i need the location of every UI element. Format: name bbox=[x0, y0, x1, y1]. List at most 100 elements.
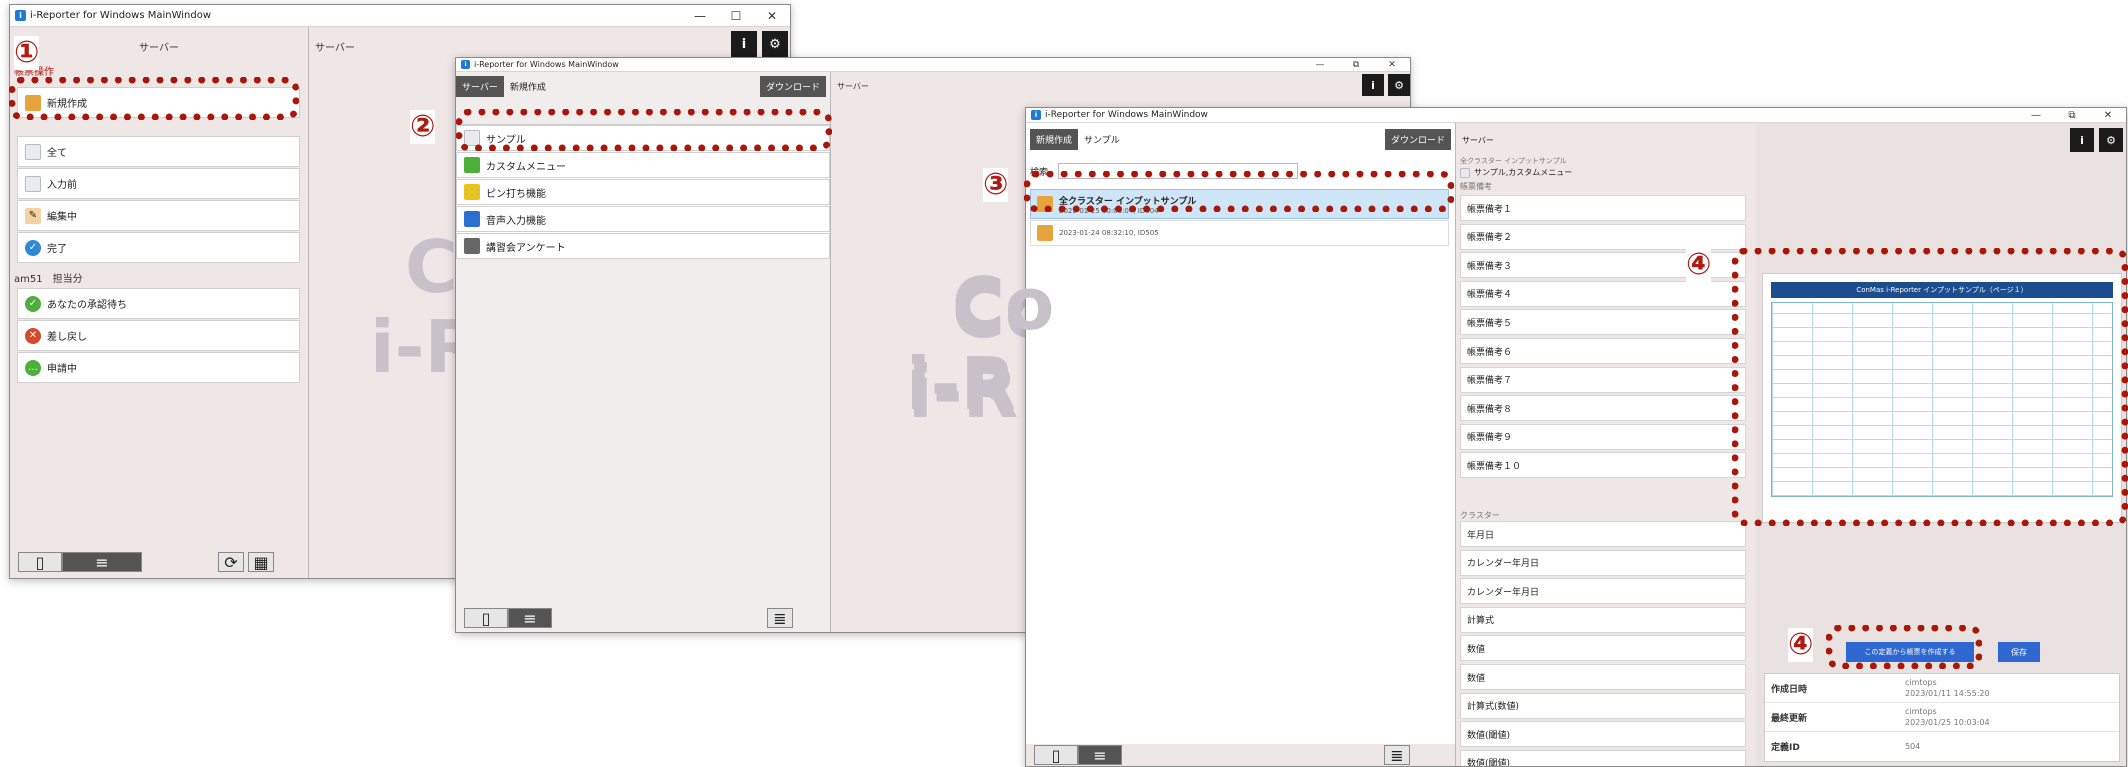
tag-icon bbox=[464, 238, 480, 254]
status-item-all[interactable]: 全て bbox=[17, 136, 300, 167]
cluster-row[interactable]: カレンダー年月日 bbox=[1460, 549, 1746, 576]
cluster-row[interactable]: 数値(閾値) bbox=[1460, 749, 1746, 766]
cluster-label: カレンダー年月日 bbox=[1467, 559, 1540, 570]
search-input[interactable] bbox=[1058, 163, 1299, 179]
close-button[interactable]: ✕ bbox=[1374, 60, 1410, 70]
sort-button[interactable]: ≣ bbox=[767, 608, 793, 628]
minimize-button[interactable]: — bbox=[2018, 110, 2054, 121]
user-item-awaiting-approval[interactable]: ✓ あなたの承認待ち bbox=[17, 288, 300, 319]
remark-label: 帳票備考９ bbox=[1467, 433, 1513, 444]
info-button[interactable]: i bbox=[1362, 74, 1384, 96]
info-key: 作成日時 bbox=[1771, 684, 1808, 695]
table-view-button[interactable]: ▦ bbox=[248, 552, 274, 572]
info-user: cimtops bbox=[1905, 678, 1937, 687]
status-item-label: 編集中 bbox=[47, 212, 77, 223]
remark-row[interactable]: 帳票備考９ bbox=[1460, 423, 1746, 450]
folder-item-sample[interactable]: サンプル bbox=[456, 125, 830, 151]
remark-row[interactable]: 帳票備考８ bbox=[1460, 395, 1746, 422]
folder-icon bbox=[25, 94, 41, 111]
cluster-row[interactable]: 年月日 bbox=[1460, 521, 1746, 547]
breadcrumb-top: 全クラスター インプットサンプル bbox=[1460, 157, 1567, 165]
status-item-before-input[interactable]: 入力前 bbox=[17, 168, 300, 199]
maximize-button[interactable]: ⧉ bbox=[2054, 110, 2090, 121]
cluster-label: 数値 bbox=[1467, 673, 1486, 684]
device-toggle-button[interactable]: ▯ bbox=[1034, 745, 1078, 765]
step-badge-4b: ④ bbox=[1788, 627, 1814, 662]
watermark-line-1: C bbox=[405, 225, 458, 309]
new-item-button[interactable]: 新規作成 bbox=[17, 87, 300, 118]
folder-item-label: 講習会アンケート bbox=[486, 242, 566, 254]
step-badge-2: ② bbox=[410, 109, 436, 144]
tab-new[interactable]: 新規作成 bbox=[504, 76, 552, 97]
cluster-row[interactable]: 計算式 bbox=[1460, 606, 1746, 633]
server-toggle-button[interactable]: ≡ bbox=[62, 552, 142, 572]
device-toggle-button[interactable]: ▯ bbox=[464, 608, 508, 628]
save-button[interactable]: 保存 bbox=[1998, 642, 2040, 662]
app-icon: i bbox=[1031, 110, 1041, 120]
cluster-row[interactable]: 数値 bbox=[1460, 635, 1746, 662]
sort-button[interactable]: ≣ bbox=[1384, 745, 1410, 765]
remark-label: 帳票備考２ bbox=[1467, 233, 1513, 244]
remark-row[interactable]: 帳票備考２ bbox=[1460, 223, 1746, 250]
tab-new[interactable]: 新規作成 bbox=[1030, 129, 1079, 150]
minimize-button[interactable]: — bbox=[682, 9, 718, 23]
folder-item-custom-menu[interactable]: カスタムメニュー bbox=[456, 152, 830, 178]
download-button[interactable]: ダウンロード bbox=[759, 76, 826, 97]
close-button[interactable]: ✕ bbox=[2090, 110, 2126, 121]
maximize-button[interactable]: ⧉ bbox=[1338, 60, 1374, 70]
document-icon bbox=[25, 143, 41, 160]
folder-item-label: 音声入力機能 bbox=[486, 215, 546, 227]
download-button[interactable]: ダウンロード bbox=[1384, 129, 1451, 150]
server-toggle-button[interactable]: ≡ bbox=[508, 608, 552, 628]
cluster-row[interactable]: 数値(閾値) bbox=[1460, 721, 1746, 748]
settings-button[interactable]: ⚙ bbox=[762, 31, 788, 57]
info-button[interactable]: i bbox=[731, 31, 757, 57]
remark-row[interactable]: 帳票備考１ bbox=[1460, 195, 1746, 221]
remark-label: 帳票備考３ bbox=[1467, 261, 1513, 272]
window-3-detail-pane: サーバー 全クラスター インプットサンプル サンプル,カスタムメニュー 帳票備考… bbox=[1456, 123, 1756, 766]
status-item-editing[interactable]: ✎ 編集中 bbox=[17, 200, 300, 231]
window-2-left-pane: サーバー 新規作成 ダウンロード サンプル カスタムメニュー ピン打ち機能 音声… bbox=[456, 72, 831, 632]
remark-row[interactable]: 帳票備考７ bbox=[1460, 366, 1746, 393]
user-item-applying[interactable]: … 申請中 bbox=[17, 352, 300, 383]
folder-item-pin[interactable]: ピン打ち機能 bbox=[456, 179, 830, 205]
device-toggle-button[interactable]: ▯ bbox=[18, 552, 62, 572]
cluster-row[interactable]: カレンダー年月日 bbox=[1460, 578, 1746, 605]
list-item[interactable]: 2023-01-24 08:32:10, ID505 bbox=[1030, 220, 1449, 246]
settings-button[interactable]: ⚙ bbox=[2099, 128, 2123, 152]
cluster-label: 計算式(数値) bbox=[1467, 702, 1520, 713]
window-1-left-pane: サーバー 帳票操作 新規作成 全て 入力前 ✎ 編集中 ✓ 完了 am51 担当分 … bbox=[10, 27, 309, 578]
list-item-selected[interactable]: 全クラスター インプットサンプル 2023-01-25 10:03:04, ID… bbox=[1030, 189, 1449, 219]
settings-button[interactable]: ⚙ bbox=[1388, 74, 1410, 96]
server-icon: ≡ bbox=[523, 608, 537, 628]
status-item-complete[interactable]: ✓ 完了 bbox=[17, 232, 300, 263]
folder-green-icon bbox=[464, 157, 480, 173]
window-2-footer: ▯ ≡ ≣ bbox=[456, 606, 830, 630]
remark-row[interactable]: 帳票備考１０ bbox=[1460, 452, 1746, 479]
remark-row[interactable]: 帳票備考５ bbox=[1460, 309, 1746, 336]
tab-server[interactable]: サーバー bbox=[456, 76, 504, 97]
window-3-title: i-Reporter for Windows MainWindow bbox=[1045, 110, 1208, 120]
remark-row[interactable]: 帳票備考６ bbox=[1460, 338, 1746, 364]
server-toggle-button[interactable]: ≡ bbox=[1078, 745, 1122, 765]
info-icon: i bbox=[1371, 78, 1375, 92]
create-from-definition-button[interactable]: この定義から帳票を作成する bbox=[1846, 642, 1974, 662]
check-circle-icon: ✓ bbox=[25, 239, 41, 256]
info-value: 2023/01/25 10:03:04 bbox=[1905, 718, 1990, 727]
maximize-button[interactable]: ☐ bbox=[718, 9, 754, 23]
gear-icon: ⚙ bbox=[769, 36, 781, 52]
remark-row[interactable]: 帳票備考４ bbox=[1460, 280, 1746, 307]
cluster-row[interactable]: 数値 bbox=[1460, 664, 1746, 690]
user-item-label: あなたの承認待ち bbox=[47, 300, 127, 311]
minimize-button[interactable]: — bbox=[1302, 60, 1338, 70]
folder-item-voice[interactable]: 音声入力機能 bbox=[456, 206, 830, 232]
tab-sample[interactable]: サンプル bbox=[1078, 129, 1126, 150]
user-item-returned[interactable]: ✕ 差し戻し bbox=[17, 320, 300, 351]
info-button[interactable]: i bbox=[2070, 128, 2094, 152]
folder-item-survey[interactable]: 講習会アンケート bbox=[456, 233, 830, 259]
cluster-row[interactable]: 計算式(数値) bbox=[1460, 692, 1746, 719]
sync-button[interactable]: ⟳ bbox=[218, 552, 244, 572]
status-item-label: 全て bbox=[47, 148, 67, 159]
close-button[interactable]: ✕ bbox=[754, 9, 790, 23]
info-key: 最終更新 bbox=[1771, 713, 1808, 724]
